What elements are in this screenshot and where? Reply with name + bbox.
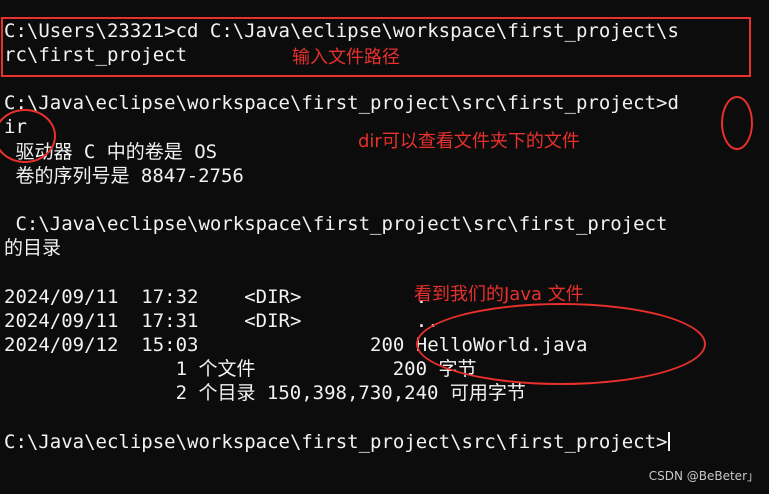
annotation-java-note: 看到我们的Java 文件 <box>414 284 584 305</box>
terminal-prompt-text: C:\Java\eclipse\workspace\first_project\… <box>4 431 668 453</box>
terminal-line-directory-suffix: 的目录 <box>4 237 62 259</box>
annotation-path-note: 输入文件路径 <box>292 47 400 68</box>
terminal-line-final-prompt[interactable]: C:\Java\eclipse\workspace\first_project\… <box>4 430 671 454</box>
terminal-line-entry-parent-dir: 2024/09/11 17:31 <DIR> .. <box>4 310 439 332</box>
terminal-line-entry-current-dir: 2024/09/11 17:32 <DIR> . <box>4 286 428 308</box>
annotation-circle-java-file <box>416 303 706 385</box>
terminal-line-dir-prompt: C:\Java\eclipse\workspace\first_project\… <box>4 92 679 114</box>
annotation-circle-dir-end <box>721 96 753 150</box>
terminal-line-directory-path: C:\Java\eclipse\workspace\first_project\… <box>4 213 668 235</box>
annotation-dir-note: dir可以查看文件夹下的文件 <box>358 131 580 152</box>
csdn-watermark: CSDN @BeBeter」 <box>648 469 759 483</box>
terminal-line-volume-serial: 卷的序列号是 8847-2756 <box>4 165 244 187</box>
terminal-cursor <box>668 432 671 451</box>
terminal-line-file-summary: 1 个文件 200 字节 <box>4 358 477 380</box>
terminal-line-dir-summary: 2 个目录 150,398,730,240 可用字节 <box>4 382 526 404</box>
